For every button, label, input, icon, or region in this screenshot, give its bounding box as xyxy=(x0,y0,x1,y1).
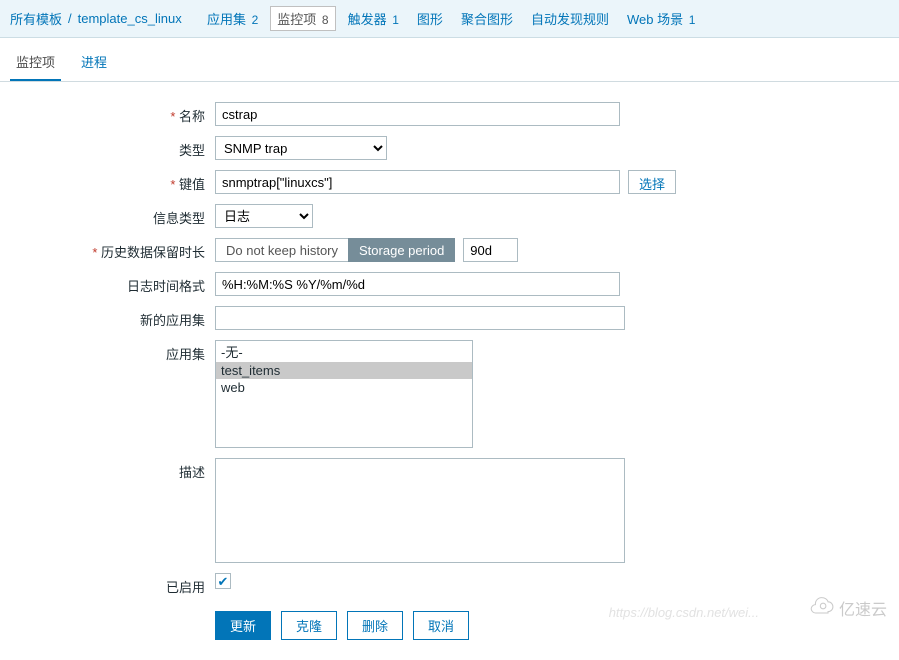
history-mode-group: Do not keep history Storage period xyxy=(215,238,455,262)
info-type-label: 信息类型 xyxy=(0,204,215,227)
app-option-none[interactable]: -无- xyxy=(216,341,472,362)
actions: 更新 克隆 删除 取消 xyxy=(0,611,899,640)
app-option-web[interactable]: web xyxy=(216,379,472,396)
apps-listbox[interactable]: -无- test_items web xyxy=(215,340,473,448)
breadcrumb-item-discovery[interactable]: 自动发现规则 xyxy=(525,7,615,30)
cancel-button[interactable]: 取消 xyxy=(413,611,469,640)
form: 名称 类型 SNMP trap 键值 选择 信息类型 日志 历史数据保留时长 xyxy=(0,82,899,660)
name-label: 名称 xyxy=(0,102,215,125)
apps-label: 应用集 xyxy=(0,340,215,363)
app-option-test[interactable]: test_items xyxy=(216,362,472,379)
desc-label: 描述 xyxy=(0,458,215,481)
history-no-keep-button[interactable]: Do not keep history xyxy=(215,238,348,262)
enabled-label: 已启用 xyxy=(0,573,215,596)
breadcrumb-item-screens[interactable]: 聚合图形 xyxy=(455,7,519,30)
select-key-button[interactable]: 选择 xyxy=(628,170,676,194)
breadcrumb-item-triggers[interactable]: 触发器 1 xyxy=(342,7,405,30)
tab-process[interactable]: 进程 xyxy=(75,48,113,81)
log-format-input[interactable] xyxy=(215,272,620,296)
breadcrumb-item-web[interactable]: Web 场景 1 xyxy=(621,7,701,30)
clone-button[interactable]: 克隆 xyxy=(281,611,337,640)
new-app-input[interactable] xyxy=(215,306,625,330)
desc-textarea[interactable] xyxy=(215,458,625,563)
cloud-icon xyxy=(807,597,835,620)
enabled-checkbox[interactable]: ✔ xyxy=(215,573,231,589)
key-label: 键值 xyxy=(0,170,215,193)
new-app-label: 新的应用集 xyxy=(0,306,215,329)
breadcrumb: 所有模板 / template_cs_linux 应用集 2 监控项 8 触发器… xyxy=(0,0,899,38)
check-icon: ✔ xyxy=(218,575,229,588)
name-input[interactable] xyxy=(215,102,620,126)
log-format-label: 日志时间格式 xyxy=(0,272,215,295)
info-type-select[interactable]: 日志 xyxy=(215,204,313,228)
breadcrumb-template-name[interactable]: template_cs_linux xyxy=(78,11,182,26)
watermark-csdn: https://blog.csdn.net/wei... xyxy=(609,605,759,620)
delete-button[interactable]: 删除 xyxy=(347,611,403,640)
history-value-input[interactable] xyxy=(463,238,518,262)
watermark-yisu: 亿速云 xyxy=(807,596,887,620)
history-label: 历史数据保留时长 xyxy=(0,238,215,261)
breadcrumb-item-graphs[interactable]: 图形 xyxy=(411,7,449,30)
breadcrumb-all-templates[interactable]: 所有模板 xyxy=(10,9,62,28)
tabs: 监控项 进程 xyxy=(0,38,899,82)
update-button[interactable]: 更新 xyxy=(215,611,271,640)
breadcrumb-separator: / xyxy=(68,11,72,26)
key-input[interactable] xyxy=(215,170,620,194)
type-label: 类型 xyxy=(0,136,215,159)
history-storage-button[interactable]: Storage period xyxy=(348,238,455,262)
type-select[interactable]: SNMP trap xyxy=(215,136,387,160)
tab-monitor[interactable]: 监控项 xyxy=(10,48,61,81)
breadcrumb-item-applications[interactable]: 应用集 2 xyxy=(201,7,264,30)
breadcrumb-item-items[interactable]: 监控项 8 xyxy=(270,6,335,31)
